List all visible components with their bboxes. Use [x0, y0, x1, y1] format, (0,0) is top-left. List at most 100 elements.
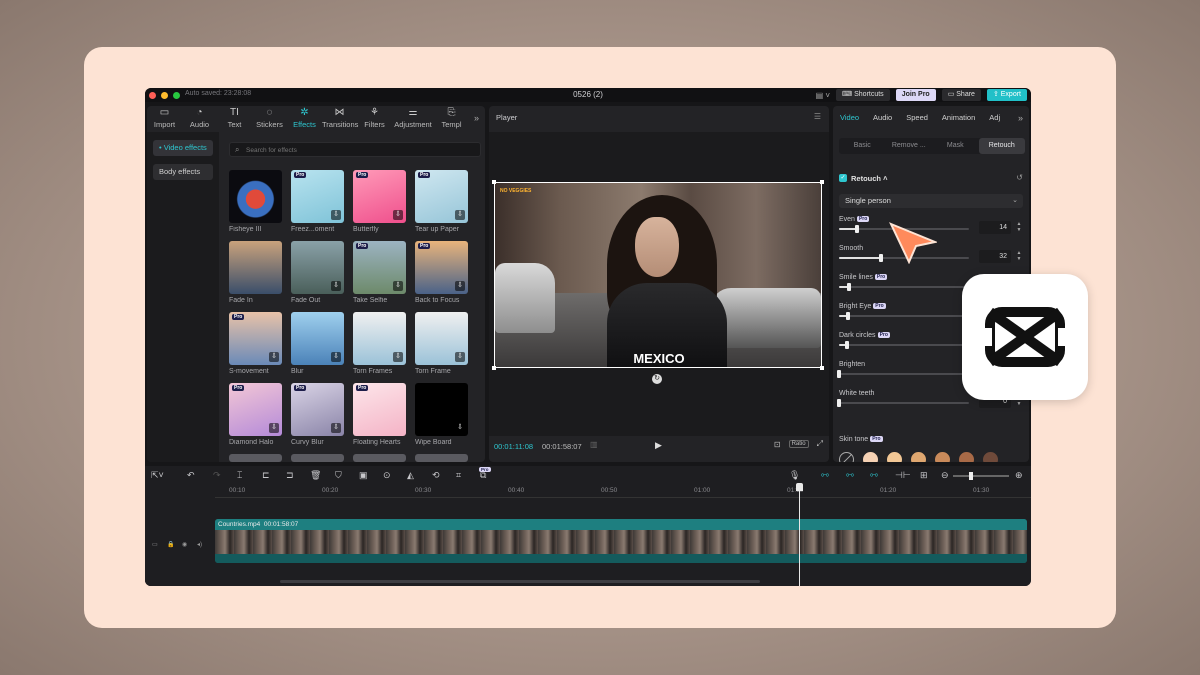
effect-thumbnail[interactable]: Pro ⇩: [229, 312, 282, 365]
sidebar-item-video-effects[interactable]: • Video effects: [153, 140, 213, 156]
effect-item[interactable]: ⇩ Torn Frames: [353, 312, 407, 375]
reverse-icon[interactable]: ⊙: [383, 470, 391, 481]
slider-track[interactable]: [837, 399, 969, 407]
join-pro-button[interactable]: Join Pro: [895, 89, 936, 101]
effect-thumbnail[interactable]: ⇩: [353, 312, 406, 365]
download-icon[interactable]: ⇩: [331, 210, 341, 220]
freeze-icon[interactable]: ▣: [359, 470, 368, 481]
resize-handle[interactable]: [820, 366, 824, 370]
effect-thumbnail[interactable]: Pro ⇩: [353, 170, 406, 223]
zoom-in-icon[interactable]: ⊕: [1015, 470, 1023, 481]
tab-video[interactable]: Video: [833, 106, 866, 130]
zoom-knob[interactable]: [969, 472, 973, 480]
skin-tone-swatch[interactable]: [863, 452, 878, 462]
sidebar-item-body-effects[interactable]: Body effects: [153, 164, 213, 180]
player-menu-icon[interactable]: ☰: [814, 112, 821, 121]
tab-templ[interactable]: ⎘ Templ: [434, 106, 469, 132]
tab-speed[interactable]: Speed: [899, 106, 935, 130]
download-icon[interactable]: ⇩: [331, 281, 341, 291]
slider-track[interactable]: [839, 283, 969, 291]
effect-thumbnail[interactable]: [229, 170, 282, 223]
marker-icon[interactable]: ⛉: [335, 470, 342, 481]
tab-animation[interactable]: Animation: [935, 106, 982, 130]
effect-item[interactable]: Fade In: [229, 241, 283, 304]
effect-item[interactable]: Pro Floating Hearts: [353, 383, 407, 446]
layout-icon[interactable]: ▤ ˅: [816, 91, 830, 100]
effect-thumbnail[interactable]: ⇩: [291, 241, 344, 294]
eye-icon[interactable]: ◉: [182, 541, 187, 548]
resize-handle[interactable]: [492, 180, 496, 184]
effect-item[interactable]: Pro ⇩ Tear up Paper: [415, 170, 469, 233]
slider-track[interactable]: [837, 370, 969, 378]
effect-item[interactable]: Pro ⇩ Freez...oment: [291, 170, 345, 233]
skin-tone-swatch[interactable]: [983, 452, 998, 462]
cover-icon[interactable]: ▭: [152, 541, 158, 548]
video-clip[interactable]: Countries.mp4 00:01:58:07: [215, 519, 1027, 563]
effect-thumbnail[interactable]: Pro: [353, 383, 406, 436]
download-icon[interactable]: ⇩: [455, 352, 465, 362]
timeline-ruler[interactable]: 00:1000:2000:3000:4000:5001:0001:1001:20…: [215, 486, 1031, 498]
download-icon[interactable]: ⇩: [393, 352, 403, 362]
skin-tone-swatch[interactable]: [959, 452, 974, 462]
effect-thumbnail[interactable]: Pro ⇩: [291, 383, 344, 436]
effect-item[interactable]: ⇩ Wipe Board: [415, 383, 469, 446]
playhead-handle[interactable]: [796, 483, 803, 491]
subtab-mask[interactable]: Mask: [932, 138, 979, 154]
download-icon[interactable]: ⇩: [331, 352, 341, 362]
value-stepper[interactable]: ▲▼: [1015, 250, 1023, 263]
tab-audio[interactable]: ◔ Audio: [182, 106, 217, 132]
crop-icon[interactable]: ⌗: [456, 470, 461, 481]
download-icon[interactable]: ⇩: [269, 352, 279, 362]
caption-icon[interactable]: ⊞: [920, 470, 928, 481]
download-icon[interactable]: ⇩: [269, 423, 279, 433]
slider-knob[interactable]: [847, 283, 852, 291]
effect-thumbnail[interactable]: [229, 241, 282, 294]
zoom-slider[interactable]: [953, 472, 1009, 480]
effect-item[interactable]: ⇩ Torn Frame: [415, 312, 469, 375]
tab-filters[interactable]: ⚘ Filters: [357, 106, 392, 132]
slider-knob[interactable]: [837, 399, 841, 407]
effect-item[interactable]: Pro ⇩ Back to Focus: [415, 241, 469, 304]
effect-item[interactable]: ⇩ Fade Out: [291, 241, 345, 304]
resize-handle[interactable]: [820, 180, 824, 184]
video-frame[interactable]: NO VEGGIES MEXICO: [494, 182, 822, 368]
preview-axis-icon[interactable]: ⊣⊢: [895, 470, 911, 481]
play-button[interactable]: ▶: [655, 440, 662, 451]
slider-knob[interactable]: [846, 312, 851, 320]
main-track-magnet-icon[interactable]: ⧟: [821, 470, 829, 480]
effect-thumbnail[interactable]: [291, 454, 344, 462]
effect-thumbnail[interactable]: Pro ⇩: [415, 170, 468, 223]
subtab-basic[interactable]: Basic: [839, 138, 886, 154]
auto-snap-icon[interactable]: ⧟: [846, 470, 854, 480]
shortcuts-button[interactable]: ⌨ Shortcuts: [836, 89, 890, 101]
effect-thumbnail[interactable]: [353, 454, 406, 462]
more-tabs-icon[interactable]: »: [1018, 113, 1023, 123]
rotate-tool-icon[interactable]: ⟲: [432, 470, 440, 481]
export-button[interactable]: ⇪ Export: [986, 89, 1027, 101]
search-input[interactable]: [246, 145, 466, 155]
tab-stickers[interactable]: ◌ Stickers: [252, 106, 287, 132]
slider-knob[interactable]: [837, 370, 841, 378]
split-right-icon[interactable]: ⊐: [286, 470, 294, 481]
effect-thumbnail[interactable]: Pro ⇩: [291, 170, 344, 223]
effect-thumbnail[interactable]: Pro ⇩: [353, 241, 406, 294]
slider-knob[interactable]: [844, 341, 849, 349]
effects-search[interactable]: ⌕: [229, 142, 481, 157]
effect-item[interactable]: ⇩ Blur: [291, 312, 345, 375]
linkage-icon[interactable]: ⧟: [870, 470, 878, 480]
slider-knob[interactable]: [855, 225, 860, 233]
retouch-checkbox[interactable]: ✓: [839, 174, 847, 182]
tab-text[interactable]: TI Text: [217, 106, 252, 132]
tab-transitions[interactable]: ⋈ Transitions: [322, 106, 358, 132]
value-stepper[interactable]: ▲▼: [1015, 221, 1023, 234]
download-icon[interactable]: ⇩: [331, 423, 341, 433]
reset-icon[interactable]: ↺: [1016, 173, 1023, 182]
tab-adj[interactable]: Adj: [982, 106, 1007, 130]
download-icon[interactable]: ⇩: [455, 210, 465, 220]
effect-item[interactable]: Pro ⇩ Butterfly: [353, 170, 407, 233]
effect-thumbnail[interactable]: Pro ⇩: [415, 241, 468, 294]
download-icon[interactable]: ⇩: [455, 423, 465, 433]
zoom-out-icon[interactable]: ⊖: [941, 470, 949, 481]
redo-icon[interactable]: ↷: [213, 470, 221, 481]
ratio-button[interactable]: Ratio: [788, 440, 809, 448]
